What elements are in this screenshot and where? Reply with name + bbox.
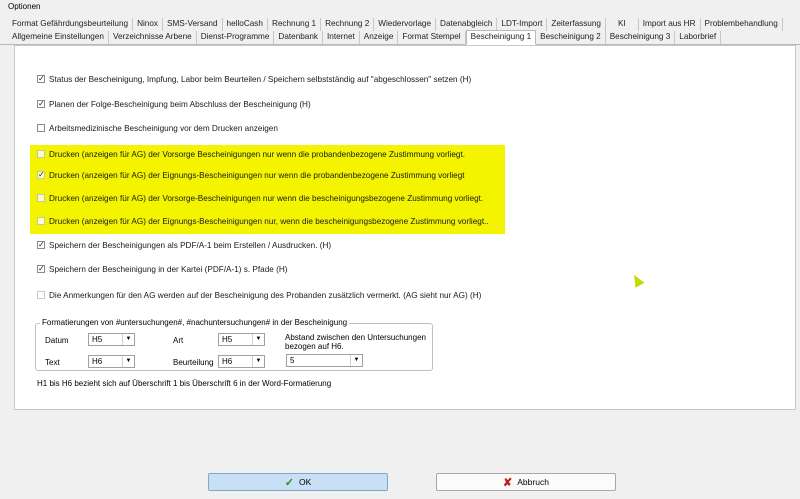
abstand-value: 5	[290, 356, 295, 365]
window-title: Optionen	[0, 0, 800, 14]
checkbox-bescheinigung-anzeigen[interactable]	[37, 124, 45, 132]
button-bar	[0, 468, 800, 499]
chevron-down-icon[interactable]: ▼	[252, 334, 264, 345]
checkbox-kartei-speichern[interactable]: ✓	[37, 265, 45, 273]
tab-wiedervorlage[interactable]: Wiedervorlage	[374, 18, 437, 31]
art-select[interactable]: H5 ▼	[218, 333, 265, 346]
tab-internet[interactable]: Internet	[323, 31, 360, 44]
checkbox-drucken-eignung-bescheinigung[interactable]	[37, 217, 45, 225]
tab-verzeichnisse-arbene[interactable]: Verzeichnisse Arbene	[109, 31, 197, 44]
cancel-button[interactable]: ✘ Abbruch	[436, 473, 616, 491]
close-icon: ✘	[503, 476, 513, 489]
checkbox-anmerkungen-ag[interactable]	[37, 291, 45, 299]
option-bescheinigung-anzeigen[interactable]: Arbeitsmedizinische Bescheinigung vor de…	[37, 122, 278, 134]
beurteilung-label: Beurteilung	[173, 358, 214, 367]
abstand-select[interactable]: 5 ▼	[286, 354, 363, 367]
option-drucken-vorsorge-proband[interactable]: Drucken (anzeigen für AG) der Vorsorge B…	[37, 148, 465, 160]
option-drucken-eignung-bescheinigung[interactable]: Drucken (anzeigen für AG) der Eignungs-B…	[37, 215, 489, 227]
chevron-down-icon[interactable]: ▼	[122, 356, 134, 367]
datum-label: Datum	[45, 336, 69, 345]
tab-bescheinigung-3[interactable]: Bescheinigung 3	[606, 31, 676, 44]
option-planen-folge[interactable]: ✓ Planen der Folge-Bescheinigung beim Ab…	[37, 98, 311, 110]
tab-format-stempel[interactable]: Format Stempel	[398, 31, 466, 44]
tab-anzeige[interactable]: Anzeige	[360, 31, 399, 44]
tab-allgemeine-einstellungen[interactable]: Allgemeine Einstellungen	[8, 31, 109, 44]
tab-dienst-programme[interactable]: Dienst-Programme	[197, 31, 275, 44]
check-icon: ✓	[284, 476, 294, 489]
tab-problembehandlung[interactable]: Problembehandlung	[701, 18, 783, 31]
tab-bescheinigung-1[interactable]: Bescheinigung 1	[465, 30, 537, 45]
format-group-legend: Formatierungen von #untersuchungen#, #na…	[40, 318, 350, 327]
checkbox-drucken-vorsorge-proband[interactable]	[37, 150, 45, 158]
checkbox-drucken-vorsorge-bescheinigung[interactable]	[37, 194, 45, 202]
tab-ninox[interactable]: Ninox	[133, 18, 163, 31]
tab-rechnung-2[interactable]: Rechnung 2	[321, 18, 375, 31]
option-drucken-eignung-proband[interactable]: ✓ Drucken (anzeigen für AG) der Eignungs…	[37, 169, 465, 181]
datum-value: H5	[92, 335, 103, 344]
tab-format-gefaehrdungsbeurteilung[interactable]: Format Gefährdungsbeurteilung	[8, 18, 134, 31]
option-anmerkungen-ag[interactable]: Die Anmerkungen für den AG werden auf de…	[37, 289, 481, 301]
beurteilung-value: H6	[222, 357, 233, 366]
chevron-down-icon[interactable]: ▼	[122, 334, 134, 345]
tab-zeiterfassung[interactable]: Zeiterfassung	[547, 18, 606, 31]
tab-hellocash[interactable]: helloCash	[223, 18, 268, 31]
chevron-down-icon[interactable]: ▼	[252, 356, 264, 367]
option-pdf-speichern[interactable]: ✓ Speichern der Bescheinigungen als PDF/…	[37, 239, 331, 251]
tab-rechnung-1[interactable]: Rechnung 1	[268, 18, 322, 31]
chevron-down-icon[interactable]: ▼	[350, 355, 362, 366]
option-drucken-vorsorge-bescheinigung[interactable]: Drucken (anzeigen für AG) der Vorsorge-B…	[37, 192, 483, 204]
tab-datenbank[interactable]: Datenbank	[274, 31, 324, 44]
tab-sms-versand[interactable]: SMS-Versand	[163, 18, 223, 31]
abstand-label: Abstand zwischen den Untersuchungen bezo…	[285, 333, 426, 351]
tab-laborbrief[interactable]: Laborbrief	[675, 31, 722, 44]
ok-label: OK	[298, 477, 312, 487]
tab-row-2: Allgemeine Einstellungen Verzeichnisse A…	[0, 30, 800, 45]
checkbox-planen-folge[interactable]: ✓	[37, 100, 45, 108]
option-status-abgeschlossen[interactable]: ✓ Status der Bescheinigung, Impfung, Lab…	[37, 73, 471, 85]
tab-import-aus-hr[interactable]: Import aus HR	[639, 18, 701, 31]
checkbox-status-abgeschlossen[interactable]: ✓	[37, 75, 45, 83]
tab-bescheinigung-2[interactable]: Bescheinigung 2	[536, 31, 606, 44]
datum-select[interactable]: H5 ▼	[88, 333, 135, 346]
cancel-label: Abbruch	[517, 477, 549, 487]
checkbox-pdf-speichern[interactable]: ✓	[37, 241, 45, 249]
ok-button[interactable]: ✓ OK	[208, 473, 388, 491]
text-select[interactable]: H6 ▼	[88, 355, 135, 368]
text-label: Text	[45, 358, 60, 367]
beurteilung-select[interactable]: H6 ▼	[218, 355, 265, 368]
option-kartei-speichern[interactable]: ✓ Speichern der Bescheinigung in der Kar…	[37, 263, 287, 275]
text-value: H6	[92, 357, 103, 366]
tab-ki[interactable]: KI	[606, 18, 639, 31]
footnote: H1 bis H6 bezieht sich auf Überschrift 1…	[37, 379, 332, 388]
art-value: H5	[222, 335, 233, 344]
checkbox-drucken-eignung-proband[interactable]: ✓	[37, 171, 45, 179]
art-label: Art	[173, 336, 184, 345]
tab-row-1: Format Gefährdungsbeurteilung Ninox SMS-…	[0, 17, 800, 31]
